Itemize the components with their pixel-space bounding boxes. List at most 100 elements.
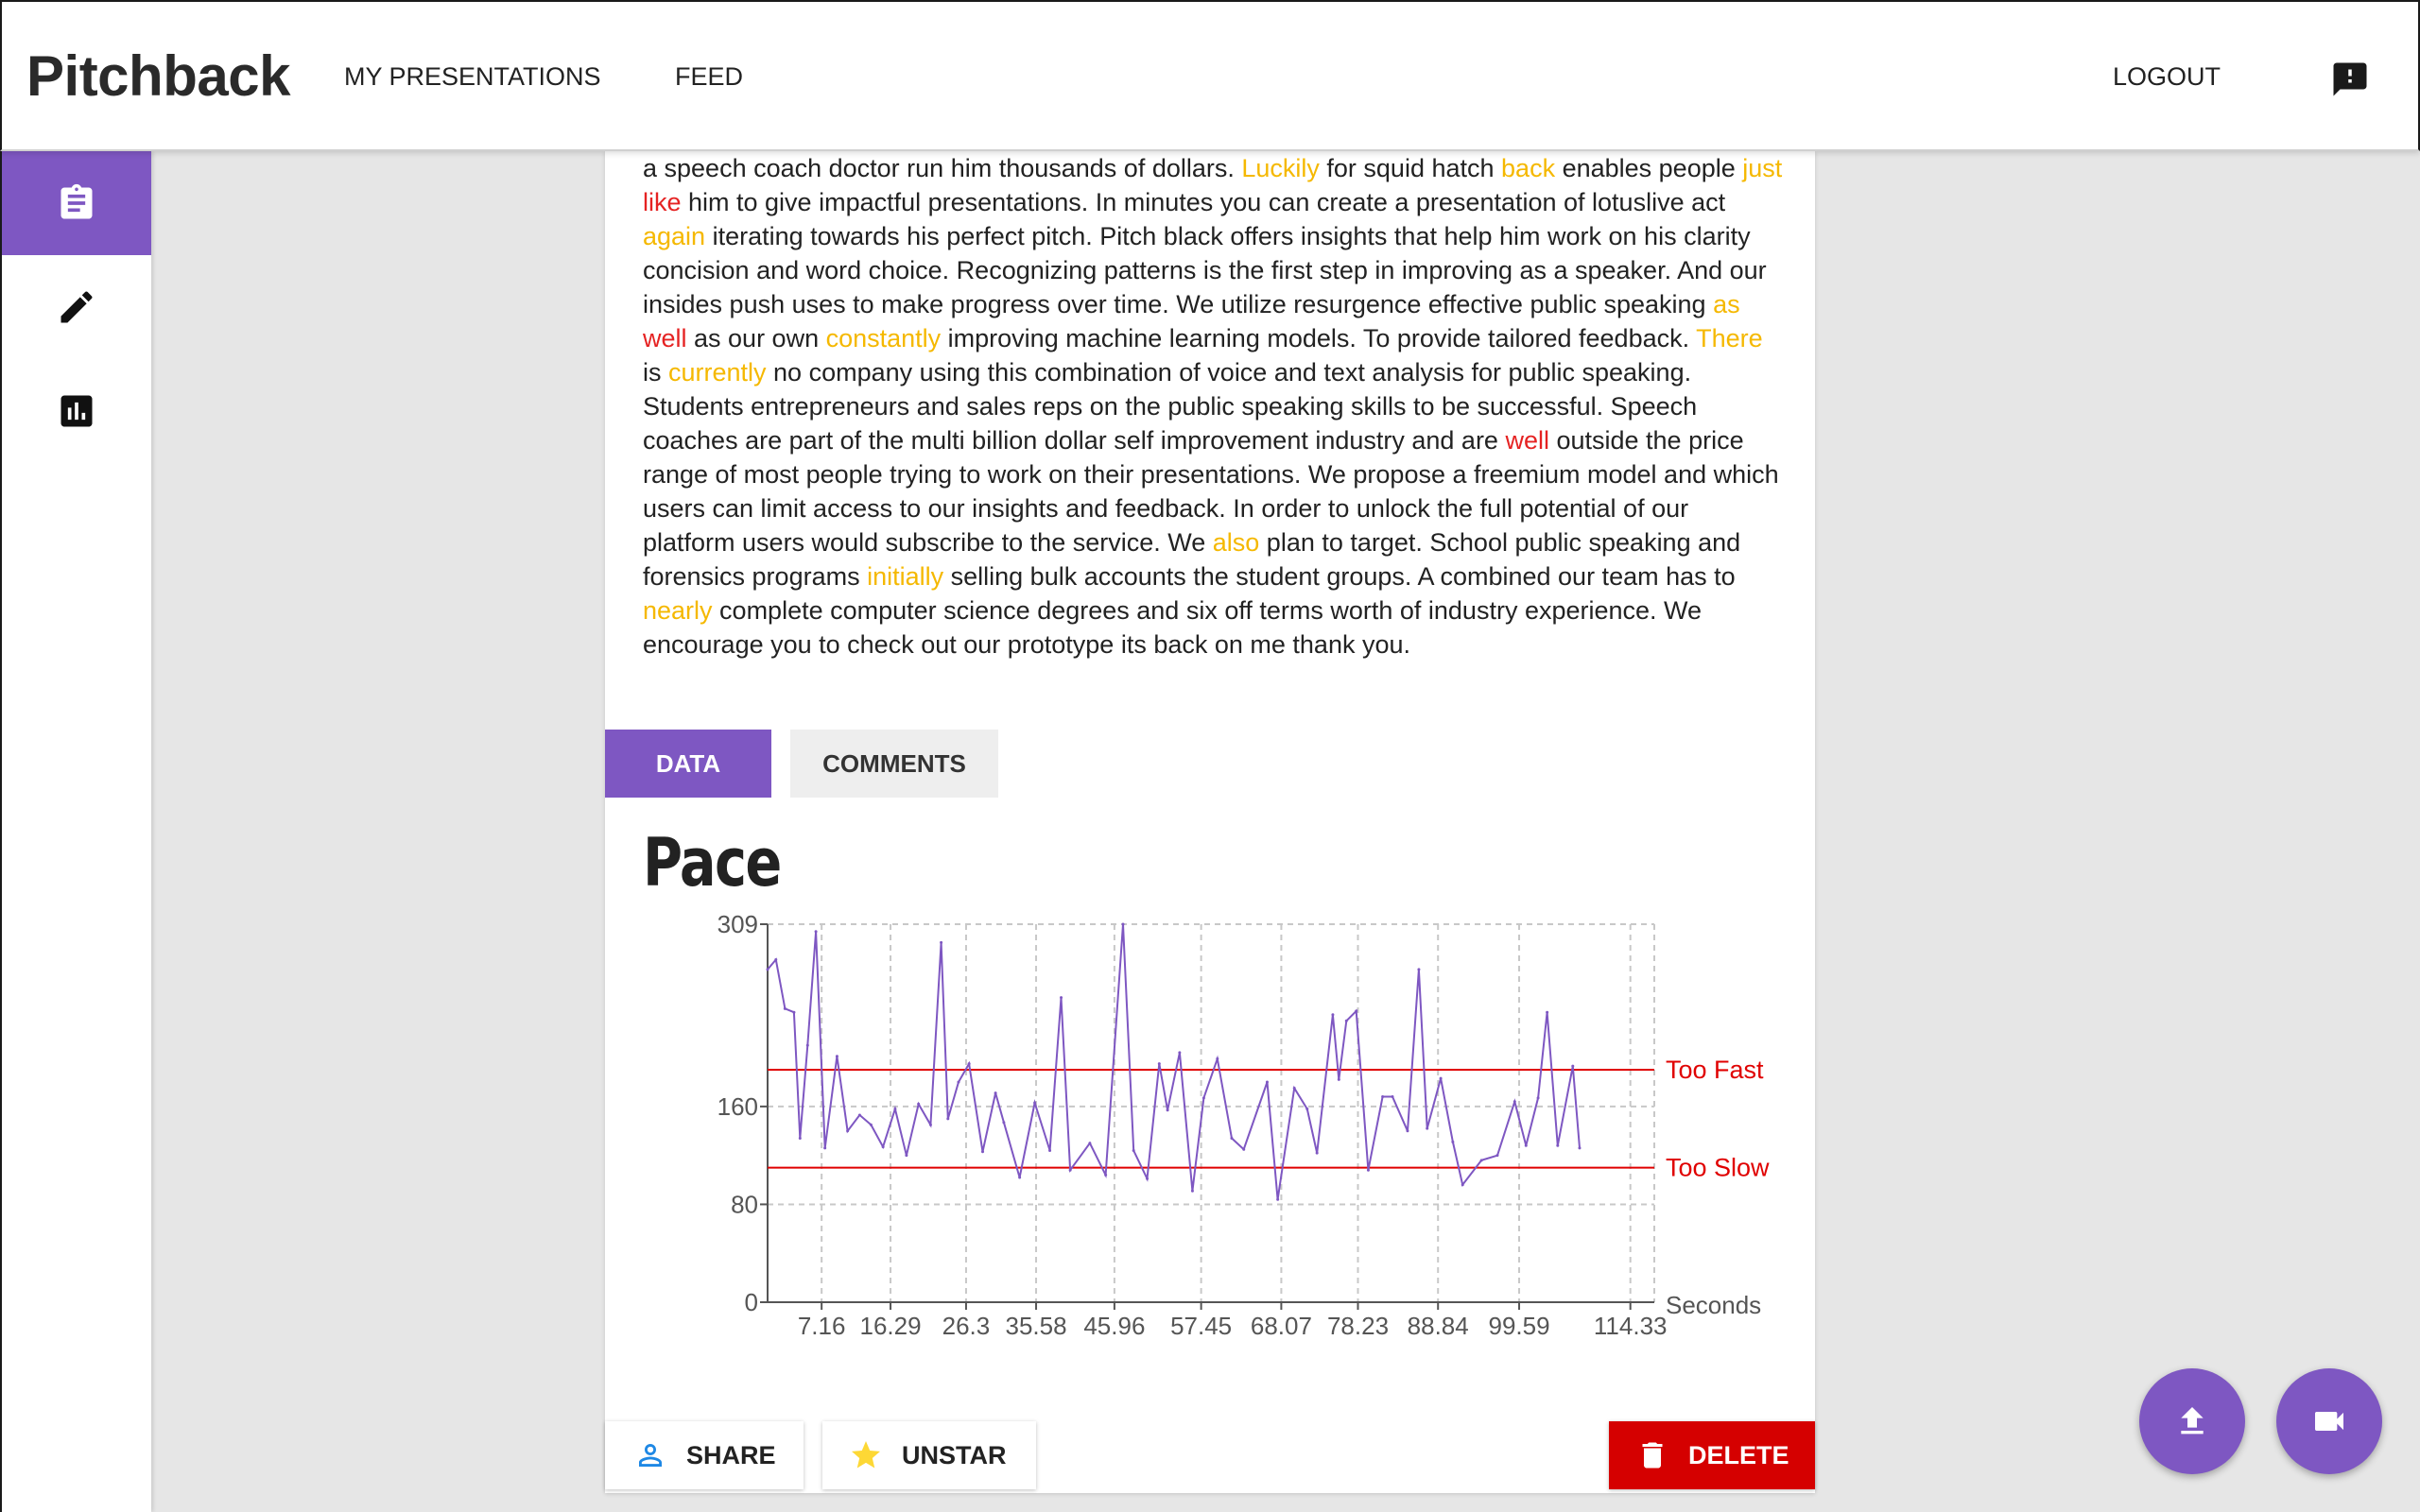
- pace-data-point: [1002, 1121, 1006, 1125]
- pace-data-point: [766, 968, 769, 971]
- pace-data-point: [1451, 1140, 1455, 1143]
- sidebar: [0, 151, 151, 1512]
- feedback-icon[interactable]: [2330, 59, 2370, 100]
- x-axis-label: Seconds: [1666, 1291, 1761, 1319]
- pace-data-point: [1417, 968, 1421, 971]
- pace-data-point: [1201, 1096, 1205, 1100]
- star-icon: [852, 1441, 880, 1469]
- pace-data-point: [917, 1102, 921, 1106]
- pace-data-point: [1157, 1062, 1161, 1066]
- pace-data-point: [1315, 1151, 1319, 1155]
- pace-data-point: [1276, 1197, 1280, 1201]
- pace-data-point: [1344, 1019, 1348, 1022]
- delete-label: DELETE: [1688, 1440, 1789, 1469]
- pace-data-point: [774, 958, 778, 962]
- sidebar-item-analytics[interactable]: [2, 359, 151, 463]
- brand-logo[interactable]: Pitchback: [26, 43, 290, 109]
- pace-data-point: [823, 1146, 827, 1150]
- pace-data-point: [881, 1145, 885, 1149]
- person-icon: [639, 1444, 662, 1467]
- pace-data-point: [994, 1091, 997, 1095]
- delete-button[interactable]: DELETE: [1609, 1421, 1815, 1489]
- pace-data-point: [792, 1010, 796, 1014]
- pace-data-point: [905, 1154, 908, 1158]
- x-tick-label: 26.3: [942, 1312, 991, 1340]
- y-tick-label: 160: [717, 1092, 758, 1121]
- pace-data-point: [798, 1137, 802, 1141]
- pace-data-point: [1578, 1146, 1582, 1150]
- sidebar-item-transcript[interactable]: [2, 151, 151, 255]
- y-tick-label: 0: [745, 1288, 758, 1316]
- pace-data-point: [835, 1055, 838, 1058]
- pace-data-point: [1495, 1154, 1499, 1158]
- pace-data-point: [1132, 1148, 1135, 1152]
- pace-chart: 0 80 160 309 7.16 16.29 26.3 35.58 45.96 57.45 68.…: [717, 910, 1770, 1340]
- unstar-label: UNSTAR: [902, 1440, 1007, 1469]
- clipboard-icon: [60, 183, 93, 219]
- nav-feed[interactable]: FEED: [675, 62, 743, 92]
- logout-button[interactable]: LOGOUT: [2113, 62, 2221, 92]
- presentation-card: a speech coach doctor run him thousands …: [605, 151, 1815, 1493]
- pace-data-point: [1426, 1126, 1429, 1130]
- unstar-button[interactable]: UNSTAR: [822, 1421, 1036, 1489]
- trash-icon: [1642, 1442, 1663, 1469]
- pace-data-point: [1088, 1142, 1092, 1145]
- pace-data-point: [1439, 1076, 1443, 1080]
- pace-data-point: [1033, 1101, 1037, 1105]
- pace-data-point: [1190, 1189, 1194, 1193]
- x-tick-label: 7.16: [798, 1312, 846, 1340]
- pace-data-point: [1230, 1137, 1234, 1141]
- pace-data-point: [783, 1006, 786, 1010]
- x-tick-label: 57.45: [1170, 1312, 1232, 1340]
- y-tick-label: 80: [731, 1190, 758, 1218]
- pace-data-point: [1146, 1177, 1150, 1180]
- pace-data-point: [946, 1117, 950, 1121]
- upload-fab[interactable]: [2139, 1368, 2245, 1474]
- x-tick-label: 99.59: [1488, 1312, 1549, 1340]
- pace-data-point: [1571, 1064, 1575, 1068]
- pace-data-point: [957, 1080, 960, 1084]
- pace-data-point: [967, 1062, 971, 1066]
- x-tick-label: 35.58: [1005, 1312, 1066, 1340]
- y-tick-label: 309: [717, 910, 758, 938]
- threshold-label: Too Fast: [1666, 1056, 1764, 1084]
- video-camera-icon: [2315, 1412, 2343, 1431]
- pace-data-point: [1331, 1013, 1335, 1017]
- share-label: SHARE: [686, 1440, 776, 1469]
- pace-data-point: [1104, 1173, 1108, 1177]
- pace-data-point: [1406, 1129, 1409, 1133]
- threshold-label: Too Slow: [1666, 1154, 1770, 1182]
- pace-data-point: [1265, 1080, 1269, 1084]
- bar-chart-icon: [60, 395, 93, 427]
- pace-data-point: [1556, 1143, 1560, 1147]
- pace-data-point: [1512, 1100, 1516, 1104]
- x-tick-label: 114.33: [1594, 1312, 1668, 1340]
- sidebar-item-edit[interactable]: [2, 255, 151, 359]
- pace-data-point: [869, 1123, 873, 1126]
- pace-data-point: [1166, 1108, 1169, 1112]
- pace-data-point: [1461, 1183, 1464, 1187]
- pace-data-point: [1391, 1095, 1394, 1099]
- pace-data-point: [857, 1113, 861, 1117]
- pace-data-point: [1355, 1009, 1358, 1013]
- pace-data-point: [1018, 1176, 1022, 1179]
- pace-data-point: [846, 1129, 850, 1133]
- upload-icon: [2181, 1407, 2204, 1435]
- pace-data-point: [1178, 1051, 1182, 1055]
- pace-data-point: [1060, 996, 1063, 1000]
- x-tick-label: 78.23: [1327, 1312, 1389, 1340]
- record-video-fab[interactable]: [2276, 1368, 2382, 1474]
- pace-data-point: [1337, 1077, 1340, 1081]
- nav-my-presentations[interactable]: MY PRESENTATIONS: [344, 62, 601, 92]
- x-tick-label: 68.07: [1251, 1312, 1312, 1340]
- x-tick-label: 16.29: [860, 1312, 922, 1340]
- pace-data-point: [893, 1107, 897, 1110]
- pace-data-point: [814, 930, 818, 934]
- pace-data-point: [1366, 1168, 1370, 1172]
- pace-data-point: [1121, 922, 1125, 926]
- x-tick-label: 45.96: [1083, 1312, 1145, 1340]
- share-button[interactable]: SHARE: [605, 1421, 804, 1489]
- pace-data-point: [1048, 1148, 1052, 1152]
- pace-data-point: [1242, 1147, 1246, 1151]
- x-tick-label: 88.84: [1408, 1312, 1469, 1340]
